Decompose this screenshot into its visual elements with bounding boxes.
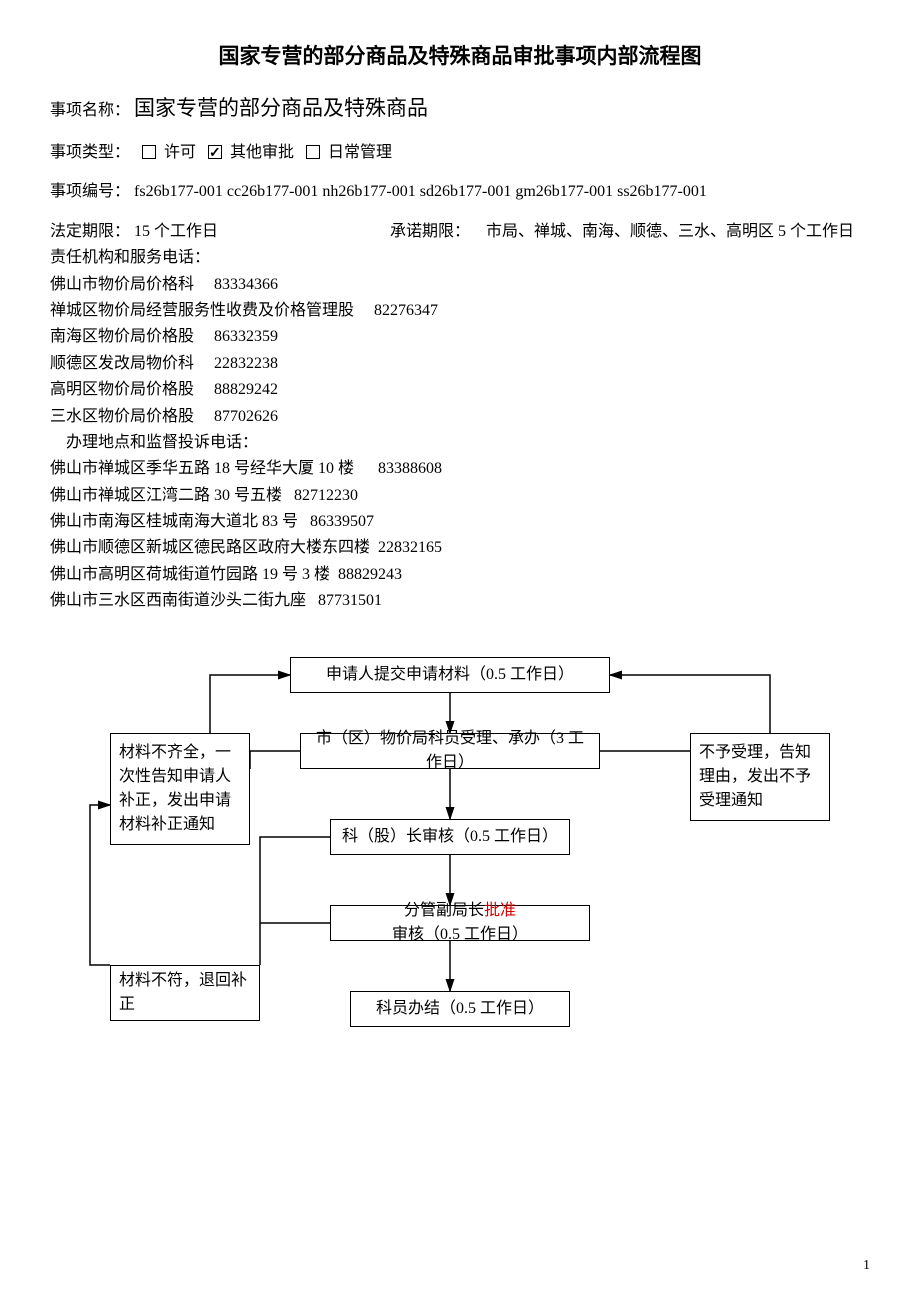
flow-box-reject: 不予受理，告知理由，发出不予受理通知 (690, 733, 830, 821)
responsibility-line: 三水区物价局价格股 87702626 (50, 404, 870, 430)
locations-line: 佛山市顺德区新城区德民路区政府大楼东四楼 22832165 (50, 535, 870, 561)
matter-code-label: 事项编号： (50, 183, 130, 200)
promise-deadline-value: 市局、禅城、南海、顺德、三水、高明区 5 个工作日 (486, 223, 854, 240)
info-block: 法定期限： 15 个工作日 承诺期限： 市局、禅城、南海、顺德、三水、高明区 5… (50, 219, 870, 615)
promise-deadline-label: 承诺期限： (390, 223, 470, 240)
checkbox-daily (306, 145, 320, 159)
page-title: 国家专营的部分商品及特殊商品审批事项内部流程图 (50, 40, 870, 70)
legal-deadline-label: 法定期限： (50, 223, 130, 240)
responsibility-line: 佛山市物价局价格科 83334366 (50, 272, 870, 298)
responsibility-header: 责任机构和服务电话： (50, 245, 870, 271)
legal-deadline-value: 15 个工作日 (134, 223, 218, 240)
matter-code-value: fs26b177-001 cc26b177-001 nh26b177-001 s… (134, 183, 707, 200)
matter-code-row: 事项编号： fs26b177-001 cc26b177-001 nh26b177… (50, 179, 870, 205)
flow-box-submit: 申请人提交申请材料（0.5 工作日） (290, 657, 610, 693)
locations-line: 佛山市禅城区江湾二路 30 号五楼 82712230 (50, 483, 870, 509)
responsibility-line: 顺德区发改局物价科 22832238 (50, 351, 870, 377)
responsibility-line: 禅城区物价局经营服务性收费及价格管理股 82276347 (50, 298, 870, 324)
locations-line: 佛山市禅城区季华五路 18 号经华大厦 10 楼 83388608 (50, 456, 870, 482)
checkbox-permit (142, 145, 156, 159)
checkbox-other-label: 其他审批 (230, 144, 294, 161)
flow-box-incomplete: 材料不齐全，一次性告知申请人补正，发出申请材料补正通知 (110, 733, 250, 845)
deputy-suffix: 审核（0.5 工作日） (392, 926, 528, 943)
page-number: 1 (863, 1258, 870, 1274)
matter-name-row: 事项名称： 国家专营的部分商品及特殊商品 (50, 92, 870, 126)
matter-name-label: 事项名称： (50, 102, 130, 119)
matter-type-row: 事项类型： 许可 其他审批 日常管理 (50, 140, 870, 166)
deputy-prefix: 分管副局长 (404, 902, 484, 919)
flow-box-conclude: 科员办结（0.5 工作日） (350, 991, 570, 1027)
checkbox-permit-label: 许可 (164, 144, 196, 161)
responsibility-line: 南海区物价局价格股 86332359 (50, 324, 870, 350)
flowchart: 申请人提交申请材料（0.5 工作日） 市（区）物价局科员受理、承办（3 工作日）… (50, 657, 870, 1097)
locations-line: 佛山市高明区荷城街道竹园路 19 号 3 楼 88829243 (50, 562, 870, 588)
locations-line: 佛山市三水区西南街道沙头二街九座 87731501 (50, 588, 870, 614)
responsibility-line: 高明区物价局价格股 88829242 (50, 377, 870, 403)
flow-box-deputy-review: 分管副局长批准审核（0.5 工作日） (330, 905, 590, 941)
checkbox-other (208, 145, 222, 159)
checkbox-daily-label: 日常管理 (328, 144, 392, 161)
flow-box-accept: 市（区）物价局科员受理、承办（3 工作日） (300, 733, 600, 769)
locations-header: 办理地点和监督投诉电话： (66, 430, 870, 456)
deputy-highlight: 批准 (484, 902, 516, 919)
matter-type-label: 事项类型： (50, 144, 130, 161)
flow-box-return: 材料不符，退回补正 (110, 965, 260, 1021)
flow-box-section-review: 科（股）长审核（0.5 工作日） (330, 819, 570, 855)
matter-name-value: 国家专营的部分商品及特殊商品 (134, 96, 428, 120)
locations-line: 佛山市南海区桂城南海大道北 83 号 86339507 (50, 509, 870, 535)
